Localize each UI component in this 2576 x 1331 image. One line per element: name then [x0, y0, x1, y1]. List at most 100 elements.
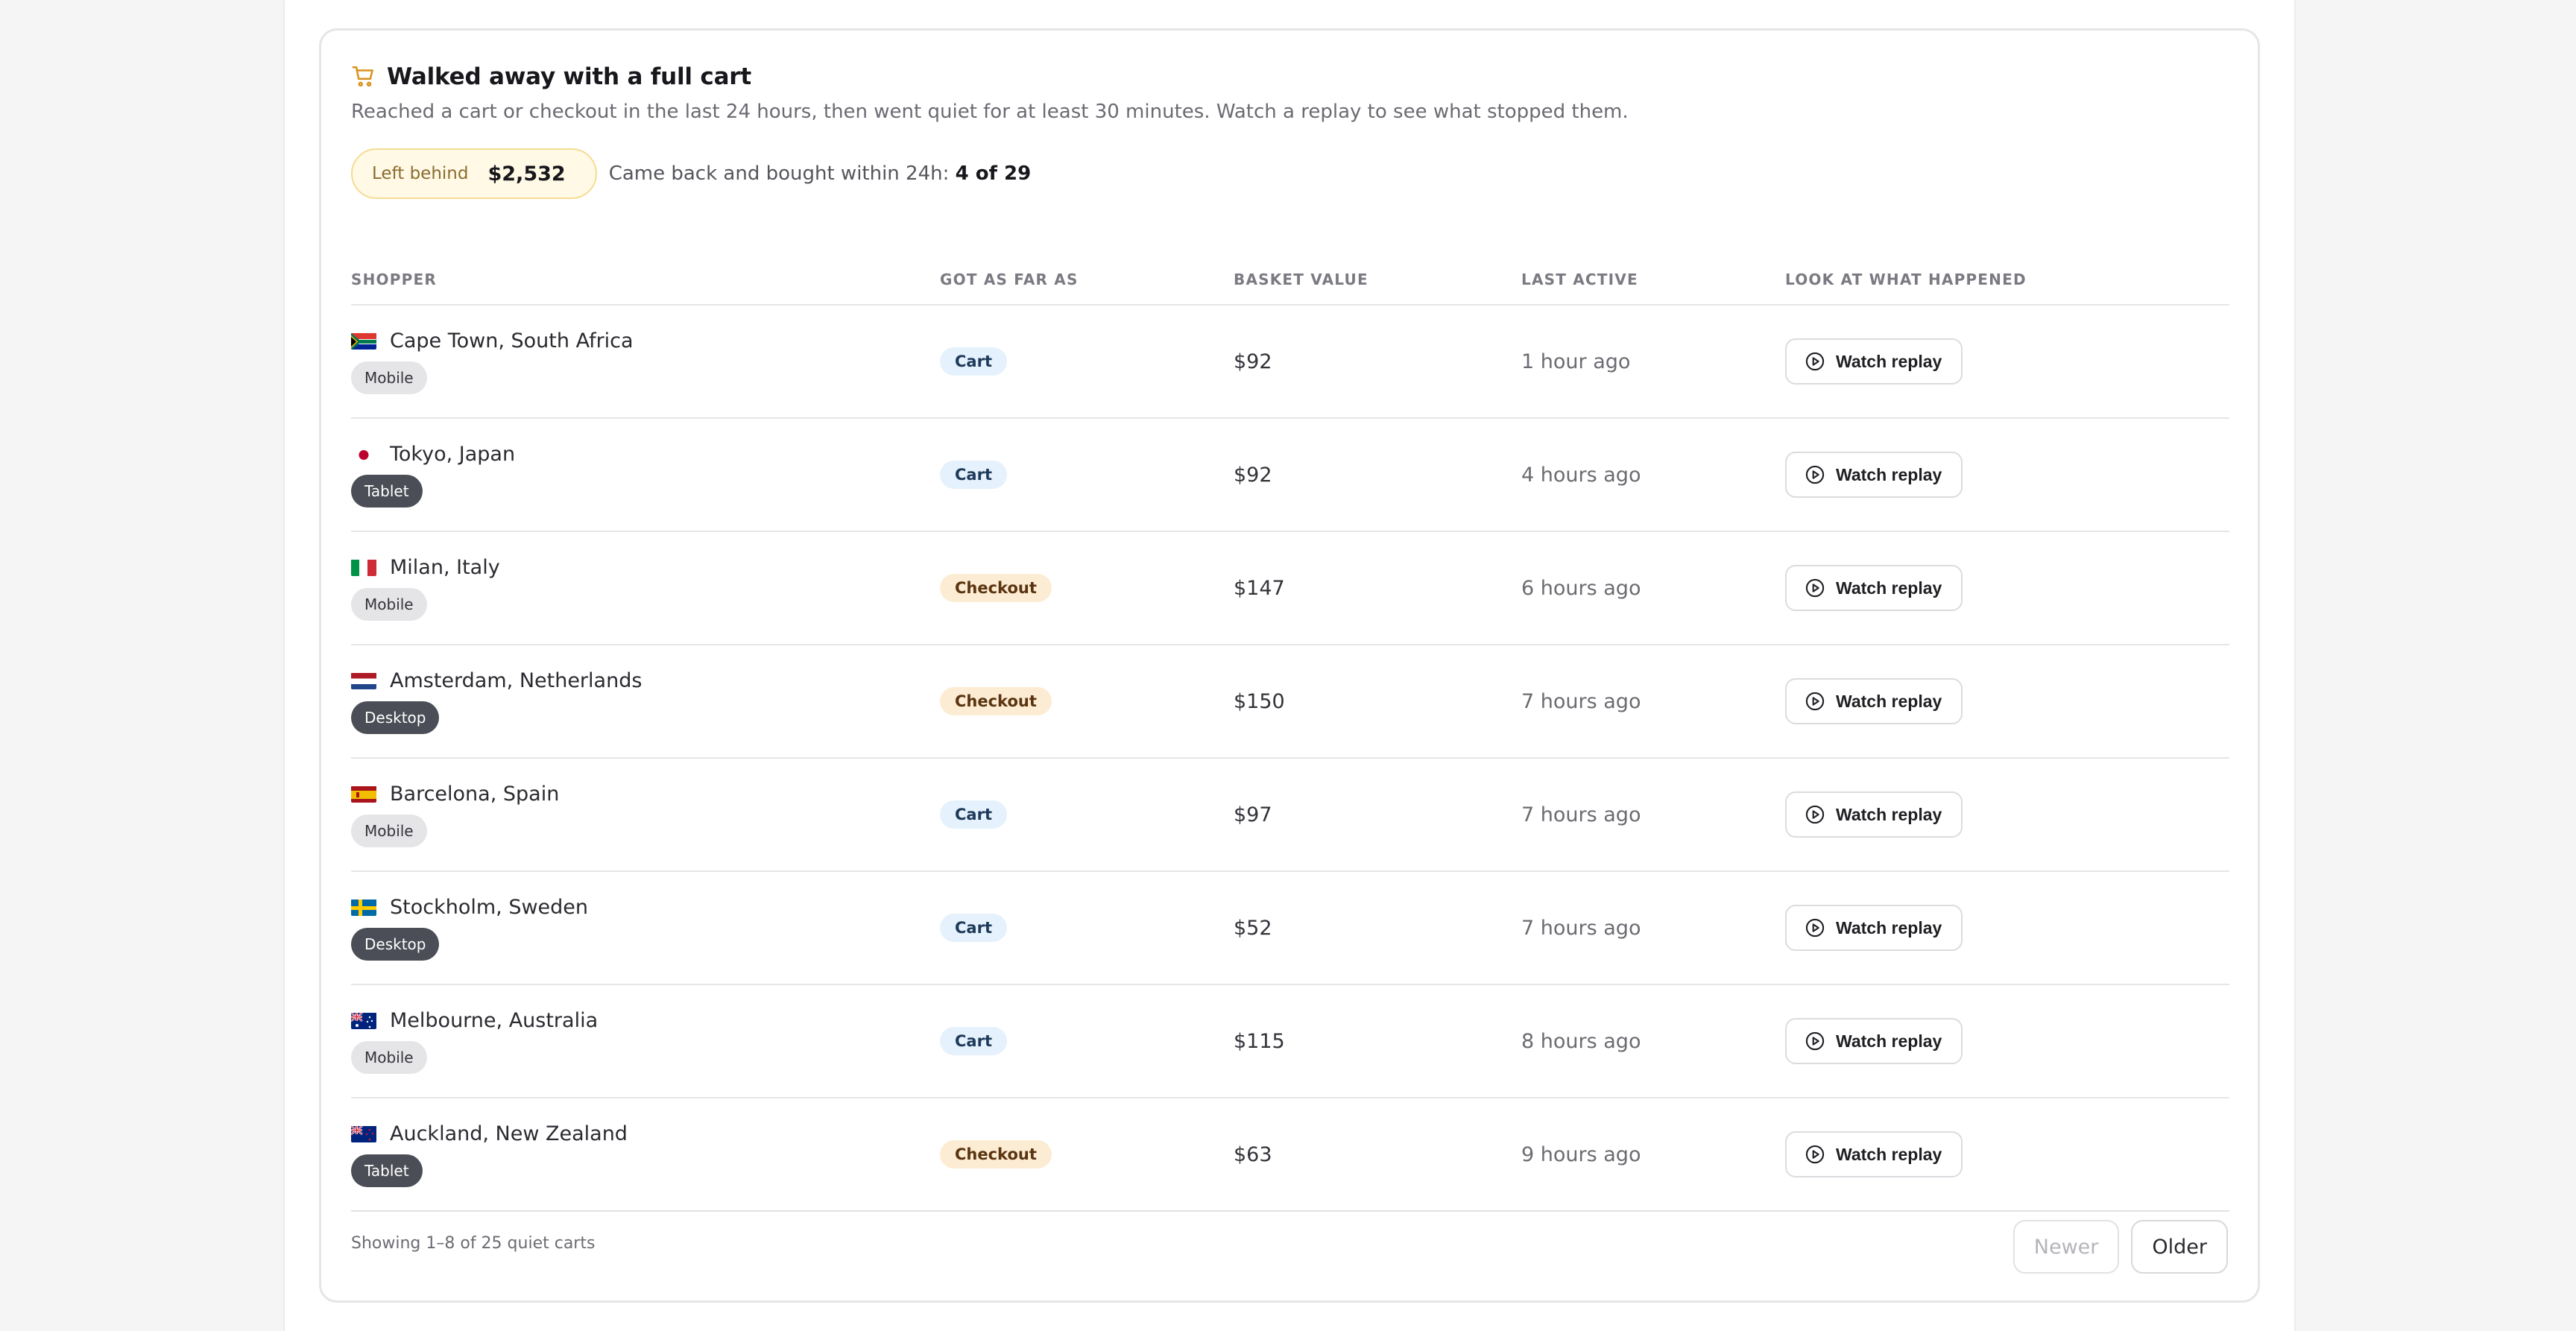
watch-replay-label: Watch replay [1836, 351, 1942, 371]
returned-value: 4 of 29 [955, 162, 1032, 185]
basket-value: $92 [1234, 305, 1521, 419]
netherlands-flag-icon [351, 672, 376, 689]
basket-value: $92 [1234, 418, 1521, 532]
japan-flag-icon [351, 446, 376, 463]
play-circle-icon [1805, 692, 1825, 711]
play-circle-icon [1805, 465, 1825, 484]
location-name: Milan, Italy [390, 555, 500, 579]
pagination: Newer Older [2001, 1220, 2228, 1274]
replay-cell: Watch replay [1785, 758, 2229, 872]
watch-replay-button[interactable]: Watch replay [1785, 678, 1963, 724]
italy-flag-icon [351, 559, 376, 576]
table-row: Milan, Italy Mobile Checkout $147 6 hour… [351, 531, 2229, 645]
basket-value: $150 [1234, 645, 1521, 759]
shopper-location: Cape Town, South Africa [351, 329, 940, 352]
column-header-replay: LOOK AT WHAT HAPPENED [1785, 254, 2229, 306]
play-circle-icon [1805, 578, 1825, 598]
watch-replay-button[interactable]: Watch replay [1785, 905, 1963, 951]
spain-flag-icon [351, 785, 376, 803]
last-active: 7 hours ago [1521, 871, 1785, 985]
table-row: Barcelona, Spain Mobile Cart $97 7 hours… [351, 758, 2229, 872]
stage-badge: Cart [940, 1027, 1007, 1055]
left-behind-label: Left behind [372, 164, 469, 183]
newer-button[interactable]: Newer [2012, 1220, 2120, 1274]
shopper-cell: Milan, Italy Mobile [351, 531, 940, 645]
table-row: Amsterdam, Netherlands Desktop Checkout … [351, 645, 2229, 759]
play-circle-icon [1805, 352, 1825, 371]
shopper-cell: Auckland, New Zealand Tablet [351, 1098, 940, 1212]
stage-cell: Checkout [940, 645, 1234, 759]
basket-value: $63 [1234, 1098, 1521, 1212]
column-header-basket-value: BASKET VALUE [1234, 254, 1521, 306]
stage-badge: Checkout [940, 574, 1052, 602]
table-body: Cape Town, South Africa Mobile Cart $92 … [351, 305, 2229, 1212]
last-active: 4 hours ago [1521, 418, 1785, 532]
basket-value: $52 [1234, 871, 1521, 985]
last-active: 1 hour ago [1521, 305, 1785, 419]
watch-replay-button[interactable]: Watch replay [1785, 452, 1963, 498]
stage-cell: Cart [940, 984, 1234, 1098]
watch-replay-label: Watch replay [1836, 917, 1942, 938]
location-name: Cape Town, South Africa [390, 329, 634, 352]
device-badge: Mobile [351, 587, 427, 621]
stage-badge: Cart [940, 914, 1007, 942]
column-header-stage: GOT AS FAR AS [940, 254, 1234, 306]
location-name: Amsterdam, Netherlands [390, 668, 643, 692]
table-row: Cape Town, South Africa Mobile Cart $92 … [351, 305, 2229, 419]
basket-value: $97 [1234, 758, 1521, 872]
stage-cell: Checkout [940, 531, 1234, 645]
older-button[interactable]: Older [2131, 1220, 2228, 1274]
device-badge: Tablet [351, 1154, 423, 1187]
shopper-cell: Tokyo, Japan Tablet [351, 418, 940, 532]
watch-replay-button[interactable]: Watch replay [1785, 791, 1963, 838]
play-circle-icon [1805, 1031, 1825, 1051]
replay-cell: Watch replay [1785, 418, 2229, 532]
device-badge: Mobile [351, 814, 427, 847]
watch-replay-button[interactable]: Watch replay [1785, 1018, 1963, 1064]
basket-value: $147 [1234, 531, 1521, 645]
shopper-cell: Amsterdam, Netherlands Desktop [351, 645, 940, 759]
returned-summary: Came back and bought within 24h: 4 of 29 [609, 162, 1032, 185]
replay-cell: Watch replay [1785, 305, 2229, 419]
device-badge: Mobile [351, 361, 427, 394]
watch-replay-label: Watch replay [1836, 464, 1942, 484]
watch-replay-label: Watch replay [1836, 1031, 1942, 1051]
shopper-location: Tokyo, Japan [351, 443, 940, 466]
south-africa-flag-icon [351, 332, 376, 350]
last-active: 8 hours ago [1521, 984, 1785, 1098]
new-zealand-flag-icon [351, 1125, 376, 1142]
shopper-location: Barcelona, Spain [351, 783, 940, 806]
watch-replay-button[interactable]: Watch replay [1785, 338, 1963, 385]
replay-cell: Watch replay [1785, 984, 2229, 1098]
watch-replay-label: Watch replay [1836, 804, 1942, 824]
watch-replay-label: Watch replay [1836, 691, 1942, 711]
shopper-location: Stockholm, Sweden [351, 896, 940, 919]
stage-cell: Cart [940, 418, 1234, 532]
table-row: Melbourne, Australia Mobile Cart $115 8 … [351, 984, 2229, 1098]
column-header-shopper: SHOPPER [351, 254, 940, 306]
stage-badge: Checkout [940, 687, 1052, 715]
left-behind-pill: Left behind $2,532 [351, 148, 597, 199]
shopper-location: Amsterdam, Netherlands [351, 669, 940, 692]
watch-replay-label: Watch replay [1836, 1144, 1942, 1164]
table-row: Tokyo, Japan Tablet Cart $92 4 hours ago… [351, 418, 2229, 532]
column-header-last-active: LAST ACTIVE [1521, 254, 1785, 306]
shopper-cell: Cape Town, South Africa Mobile [351, 305, 940, 419]
table-row: Stockholm, Sweden Desktop Cart $52 7 hou… [351, 871, 2229, 985]
panel-header: Walked away with a full cart [351, 63, 751, 90]
play-circle-icon [1805, 1145, 1825, 1164]
replay-cell: Watch replay [1785, 645, 2229, 759]
shopper-cell: Stockholm, Sweden Desktop [351, 871, 940, 985]
returned-label: Came back and bought within 24h: [608, 162, 950, 185]
watch-replay-button[interactable]: Watch replay [1785, 565, 1963, 611]
table-header-row: SHOPPER GOT AS FAR AS BASKET VALUE LAST … [351, 254, 2229, 306]
stage-badge: Checkout [940, 1140, 1052, 1169]
device-badge: Mobile [351, 1040, 427, 1074]
shopper-location: Melbourne, Australia [351, 1009, 940, 1032]
watch-replay-button[interactable]: Watch replay [1785, 1131, 1963, 1177]
play-circle-icon [1805, 805, 1825, 824]
device-badge: Desktop [351, 701, 440, 734]
location-name: Stockholm, Sweden [390, 895, 589, 919]
shopping-cart-icon [352, 66, 373, 87]
watch-replay-label: Watch replay [1836, 578, 1942, 598]
